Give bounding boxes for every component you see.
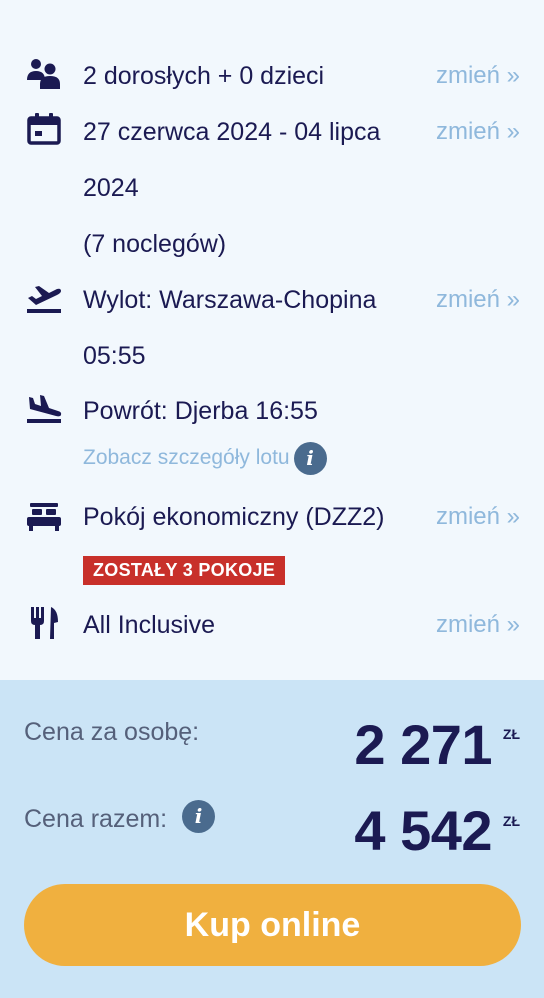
change-travelers-link[interactable]: zmień »	[436, 48, 520, 104]
price-total-value: 4 542	[354, 799, 492, 862]
cutlery-icon	[26, 606, 62, 640]
room-type: Pokój ekonomiczny (DZZ2)	[83, 503, 385, 531]
people-icon	[26, 57, 62, 91]
flight-details-label: Zobacz szczegóły lotu	[83, 446, 290, 469]
price-per-person-value: 2 271	[354, 713, 492, 776]
plane-landing-icon	[26, 392, 62, 426]
return-line: Powrót: Djerba 16:55	[83, 397, 318, 425]
change-dates-link[interactable]: zmień »	[436, 104, 520, 160]
price-per-person-label: Cena za osobę:	[24, 718, 200, 746]
dates-line-2: 2024	[83, 174, 139, 202]
dates-line-1: 27 czerwca 2024 - 04 lipca	[83, 118, 381, 146]
departure-line-1: Wylot: Warszawa-Chopina	[83, 286, 377, 314]
price-total-label: Cena razem: i	[24, 799, 216, 834]
nights-count: (7 noclegów)	[83, 230, 227, 258]
info-icon[interactable]: i	[293, 441, 327, 475]
change-board-link[interactable]: zmień »	[436, 597, 520, 653]
buy-online-button[interactable]: Kup online	[24, 884, 521, 966]
departure-time: 05:55	[83, 342, 146, 370]
currency-label: ZŁ	[502, 813, 520, 829]
plane-takeoff-icon	[26, 282, 62, 316]
price-total-label-text: Cena razem:	[24, 805, 168, 833]
travelers-text: 2 dorosłych + 0 dzieci	[83, 62, 325, 90]
calendar-icon	[26, 112, 62, 146]
flight-details-link[interactable]: Zobacz szczegóły lotu i	[83, 441, 327, 475]
board-type: All Inclusive	[83, 611, 215, 639]
bed-icon	[26, 500, 62, 534]
currency-label: ZŁ	[502, 726, 520, 742]
trip-details: 2 dorosłych + 0 dzieci zmień » 27 czerwc…	[0, 0, 544, 680]
rooms-left-badge: ZOSTAŁY 3 POKOJE	[83, 556, 286, 585]
change-departure-link[interactable]: zmień »	[436, 272, 520, 328]
info-icon[interactable]: i	[182, 799, 216, 833]
change-room-link[interactable]: zmień »	[436, 489, 520, 545]
